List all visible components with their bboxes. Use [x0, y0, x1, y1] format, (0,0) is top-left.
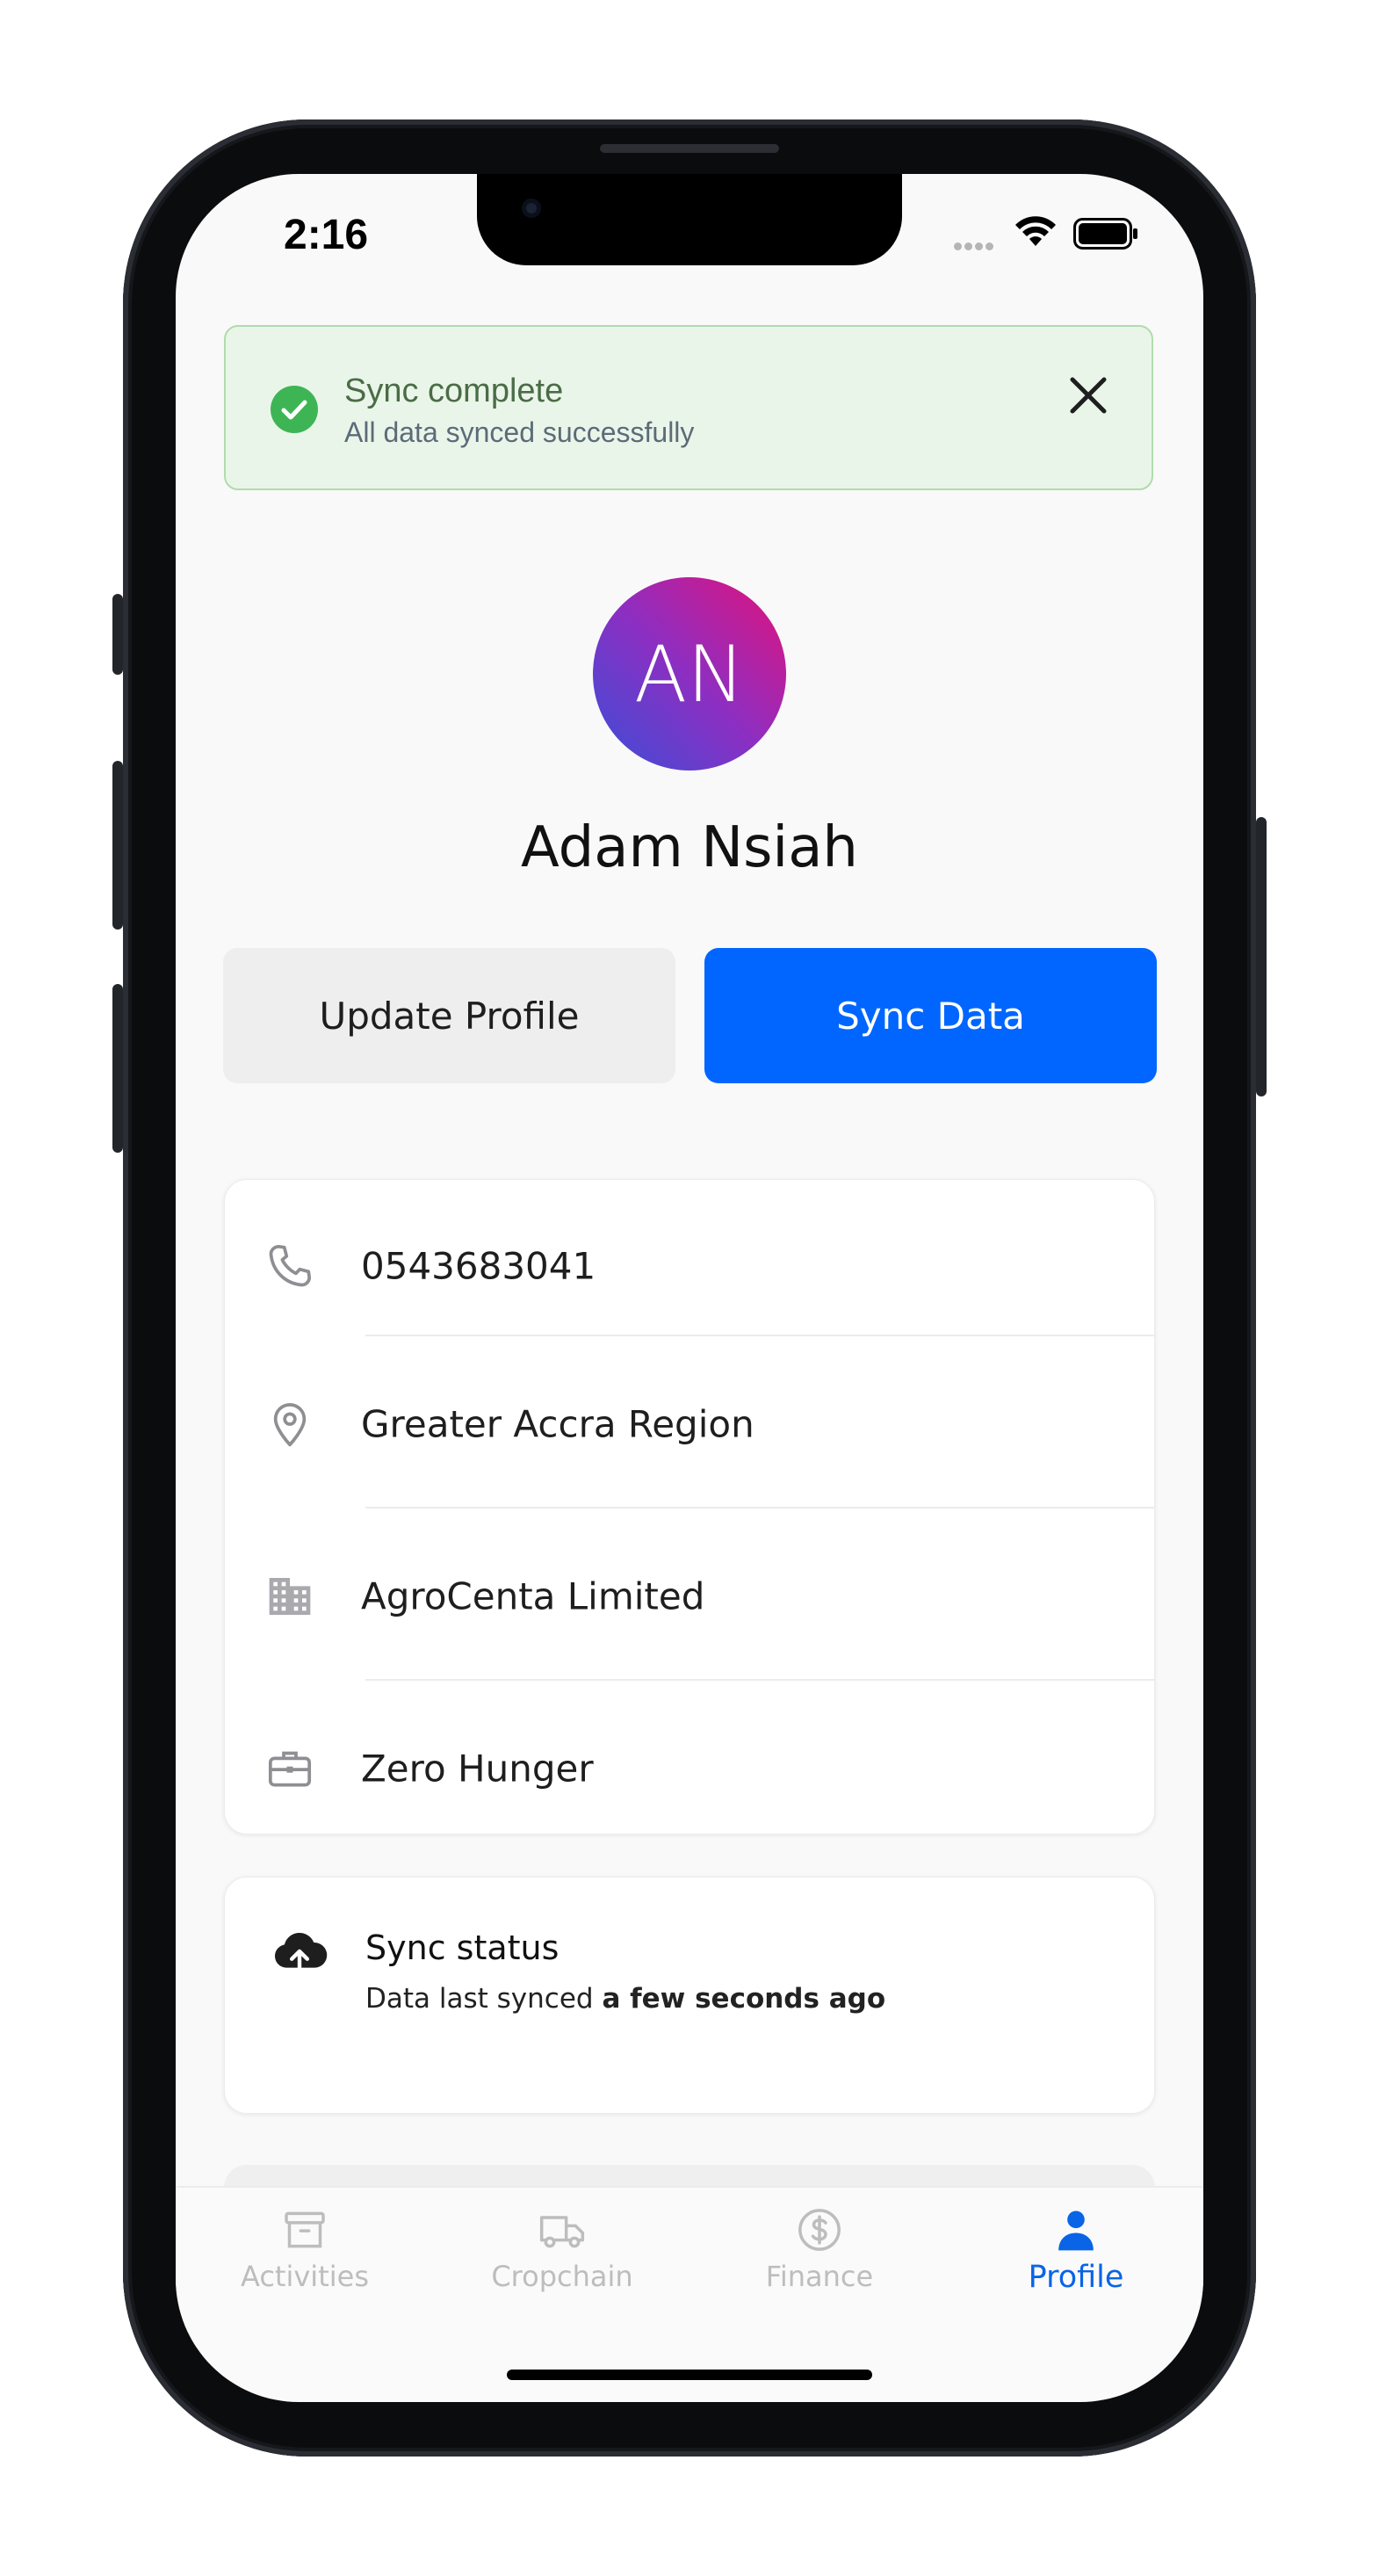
truck-icon [539, 2216, 585, 2248]
close-icon[interactable] [1069, 376, 1108, 415]
sync-status-prefix: Data last synced [365, 1983, 603, 2015]
profile-info-card: 0543683041 Greater Accra Region AgroCent… [224, 1179, 1155, 1834]
divider [365, 1335, 1154, 1336]
avatar-initials: AN [633, 628, 746, 720]
front-camera [522, 199, 541, 218]
status-time: 2:16 [284, 212, 369, 258]
update-profile-button[interactable]: Update Profile [223, 948, 675, 1083]
sync-status-title: Sync status [365, 1928, 560, 1967]
building-icon [269, 1578, 311, 1615]
sync-status-card: Sync status Data last synced a few secon… [224, 1877, 1155, 2114]
silent-switch [112, 594, 123, 675]
avatar: AN [593, 577, 786, 771]
sync-data-button[interactable]: Sync Data [704, 948, 1157, 1083]
tab-cropchain[interactable]: Cropchain [457, 2205, 668, 2293]
notch [477, 174, 902, 265]
sync-data-label: Sync Data [836, 994, 1025, 1038]
info-text: Greater Accra Region [361, 1402, 754, 1446]
info-row-company: AgroCenta Limited [225, 1510, 1154, 1682]
profile-name: Adam Nsiah [521, 815, 858, 880]
volume-down-button [112, 984, 123, 1153]
battery-icon [1073, 218, 1137, 250]
info-text: Zero Hunger [361, 1747, 594, 1791]
tab-label: Finance [765, 2260, 874, 2293]
info-text: 0543683041 [361, 1244, 596, 1288]
divider [365, 1507, 1154, 1509]
sync-status-text: Data last synced a few seconds ago [365, 1983, 885, 2015]
check-circle-icon [271, 386, 318, 433]
phone-icon [269, 1244, 312, 1287]
tab-finance[interactable]: Finance [714, 2205, 925, 2293]
info-text: AgroCenta Limited [361, 1574, 705, 1618]
home-indicator [507, 2370, 872, 2380]
archive-box-icon [285, 2211, 325, 2248]
tab-label: Activities [241, 2260, 369, 2293]
info-row-phone: 0543683041 [225, 1180, 1154, 1352]
person-icon [1058, 2211, 1094, 2251]
update-profile-label: Update Profile [319, 994, 580, 1038]
toast-message: All data synced successfully [344, 416, 695, 448]
divider [365, 1679, 1154, 1681]
tab-activities[interactable]: Activities [199, 2205, 410, 2293]
cloud-upload-icon [274, 1932, 328, 1974]
tab-label: Profile [1028, 2260, 1124, 2295]
briefcase-icon [268, 1751, 312, 1787]
toast-title: Sync complete [344, 373, 564, 409]
info-row-region: Greater Accra Region [225, 1338, 1154, 1510]
info-row-organisation: Zero Hunger [225, 1682, 1154, 1855]
tab-profile[interactable]: Profile [971, 2205, 1181, 2295]
sync-status-time: a few seconds ago [602, 1983, 886, 2015]
speaker [600, 144, 779, 153]
tab-label: Cropchain [491, 2260, 633, 2293]
dollar-circle-icon [798, 2209, 841, 2251]
cellular-signal-icon [954, 239, 996, 255]
location-pin-icon [273, 1402, 307, 1447]
wifi-icon [1015, 216, 1056, 246]
sync-toast: Sync complete All data synced successful… [224, 325, 1153, 490]
